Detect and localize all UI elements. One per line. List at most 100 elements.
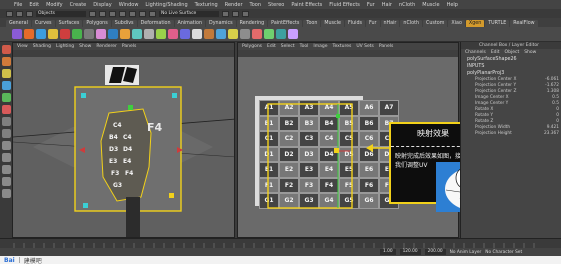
shelf-tool-icon[interactable]: [72, 29, 82, 39]
menu-item-lighting-shading[interactable]: Lighting/Shading: [145, 2, 187, 8]
snap-curve-icon[interactable]: [129, 10, 136, 17]
shelf-tab-nhair[interactable]: nHair: [380, 20, 400, 27]
channel-tab-edit[interactable]: Edit: [491, 50, 500, 55]
shelf-tool-icon[interactable]: [180, 29, 190, 39]
uv-menu-uv-sets[interactable]: UV Sets: [356, 44, 374, 49]
render-settings-icon[interactable]: [242, 10, 249, 17]
viewport-menu-show[interactable]: Show: [79, 44, 91, 49]
viewport-menu-shading[interactable]: Shading: [33, 44, 51, 49]
shelf-tool-icon[interactable]: [240, 29, 250, 39]
shelf-tool-icon[interactable]: [228, 29, 238, 39]
shelf-tab-curves[interactable]: Curves: [31, 20, 55, 27]
channel-node-name[interactable]: polySurfaceShape26: [461, 56, 561, 63]
select-component-icon[interactable]: [109, 10, 116, 17]
shelf-tool-icon[interactable]: [108, 29, 118, 39]
shelf-tool-icon[interactable]: [96, 29, 106, 39]
range-max-field[interactable]: 200.00: [424, 249, 446, 255]
snap-grid-icon[interactable]: [119, 10, 126, 17]
perspective-viewport[interactable]: View Shading Lighting Show Renderer Pane…: [12, 42, 235, 238]
menu-item-stereo[interactable]: Stereo: [268, 2, 284, 8]
shelf-tab-xiao[interactable]: Xiao: [448, 20, 465, 27]
rotate-tool-icon[interactable]: [1, 93, 11, 102]
uv-menu-tool[interactable]: Tool: [300, 44, 309, 49]
anim-layer-selector[interactable]: No Anim Layer: [450, 250, 482, 255]
uv-menu-polygons[interactable]: Polygons: [242, 44, 262, 49]
channel-tab-object[interactable]: Object: [505, 50, 520, 55]
layout-persp-graph-icon[interactable]: [1, 177, 11, 186]
viewport-menu-view[interactable]: View: [17, 44, 28, 49]
select-tool-icon[interactable]: [1, 45, 11, 54]
time-slider[interactable]: [0, 238, 561, 249]
snap-point-icon[interactable]: [139, 10, 146, 17]
menu-item-fluid-effects[interactable]: Fluid Effects: [329, 2, 360, 8]
shelf-tool-icon[interactable]: [24, 29, 34, 39]
shelf-tool-icon[interactable]: [192, 29, 202, 39]
viewport-menu-panels[interactable]: Panels: [122, 44, 136, 49]
shelf-tool-icon[interactable]: [120, 29, 130, 39]
menu-item-texturing[interactable]: Texturing: [195, 2, 218, 8]
uv-menu-edit[interactable]: Edit: [267, 44, 276, 49]
uv-menu-textures[interactable]: Textures: [332, 44, 351, 49]
shelf-tab-turtle[interactable]: TURTLE: [485, 20, 510, 27]
uv-menu-select[interactable]: Select: [281, 44, 295, 49]
shelf-tab-painteffects[interactable]: PaintEffects: [268, 20, 303, 27]
range-end-field[interactable]: 120.00: [399, 249, 421, 255]
shelf-tab-surfaces[interactable]: Surfaces: [55, 20, 83, 27]
shelf-tab-muscle[interactable]: Muscle: [321, 20, 344, 27]
shelf-tool-icon[interactable]: [144, 29, 154, 39]
menu-item-muscle[interactable]: Muscle: [422, 2, 439, 8]
shelf-tab-realflow[interactable]: RealFlow: [510, 20, 538, 27]
move-tool-icon[interactable]: [1, 81, 11, 90]
menu-item-fur[interactable]: Fur: [367, 2, 375, 8]
scale-tool-icon[interactable]: [1, 105, 11, 114]
shelf-tab-xgen[interactable]: Xgen: [465, 20, 485, 27]
channel-tab-channels[interactable]: Channels: [465, 50, 486, 55]
save-scene-icon[interactable]: [26, 10, 33, 17]
shelf-tab-polygons[interactable]: Polygons: [83, 20, 111, 27]
manipulator-tool-icon[interactable]: [1, 117, 11, 126]
shelf-tool-icon[interactable]: [156, 29, 166, 39]
uv-menu-image[interactable]: Image: [313, 44, 327, 49]
open-scene-icon[interactable]: [16, 10, 23, 17]
shelf-tab-general[interactable]: General: [6, 20, 31, 27]
shelf-tool-icon[interactable]: [132, 29, 142, 39]
shelf-tab-toon[interactable]: Toon: [303, 20, 321, 27]
shelf-tool-icon[interactable]: [12, 29, 22, 39]
select-hierarchy-icon[interactable]: [89, 10, 96, 17]
shelf-tab-rendering[interactable]: Rendering: [236, 20, 268, 27]
layout-four-icon[interactable]: [1, 153, 11, 162]
range-start-field[interactable]: 1.00: [380, 249, 396, 255]
shelf-tool-icon[interactable]: [36, 29, 46, 39]
menu-item-window[interactable]: Window: [119, 2, 139, 8]
shelf-tool-icon[interactable]: [288, 29, 298, 39]
paint-select-icon[interactable]: [1, 69, 11, 78]
selection-mode-field[interactable]: Objects: [36, 10, 86, 17]
shelf-tool-icon[interactable]: [204, 29, 214, 39]
shelf-tab-dynamics[interactable]: Dynamics: [206, 20, 236, 27]
menu-item-modify[interactable]: Modify: [46, 2, 63, 8]
shelf-tool-icon[interactable]: [276, 29, 286, 39]
shelf-tab-fur[interactable]: Fur: [366, 20, 380, 27]
layout-outliner-icon[interactable]: [1, 189, 11, 198]
layout-two-icon[interactable]: [1, 165, 11, 174]
shelf-tool-icon[interactable]: [60, 29, 70, 39]
layout-single-icon[interactable]: [1, 141, 11, 150]
menu-item-render[interactable]: Render: [225, 2, 243, 8]
channel-tab-show[interactable]: Show: [524, 50, 536, 55]
shelf-tab-deformation[interactable]: Deformation: [137, 20, 174, 27]
menu-item-edit[interactable]: Edit: [29, 2, 39, 8]
channel-attribute-row[interactable]: Projection Height 23.367: [461, 131, 561, 137]
shelf-tool-icon[interactable]: [216, 29, 226, 39]
shelf-tab-subdivs[interactable]: Subdivs: [111, 20, 137, 27]
menu-item-toon[interactable]: Toon: [250, 2, 262, 8]
menu-item-ncloth[interactable]: nCloth: [399, 2, 415, 8]
menu-item-display[interactable]: Display: [93, 2, 111, 8]
menu-item-help[interactable]: Help: [447, 2, 458, 8]
shelf-tool-icon[interactable]: [168, 29, 178, 39]
shelf-tool-icon[interactable]: [264, 29, 274, 39]
shelf-tool-icon[interactable]: [84, 29, 94, 39]
menu-item-file[interactable]: File: [14, 2, 22, 8]
menu-item-hair[interactable]: Hair: [382, 2, 392, 8]
select-object-icon[interactable]: [99, 10, 106, 17]
shelf-tab-fluids[interactable]: Fluids: [344, 20, 365, 27]
